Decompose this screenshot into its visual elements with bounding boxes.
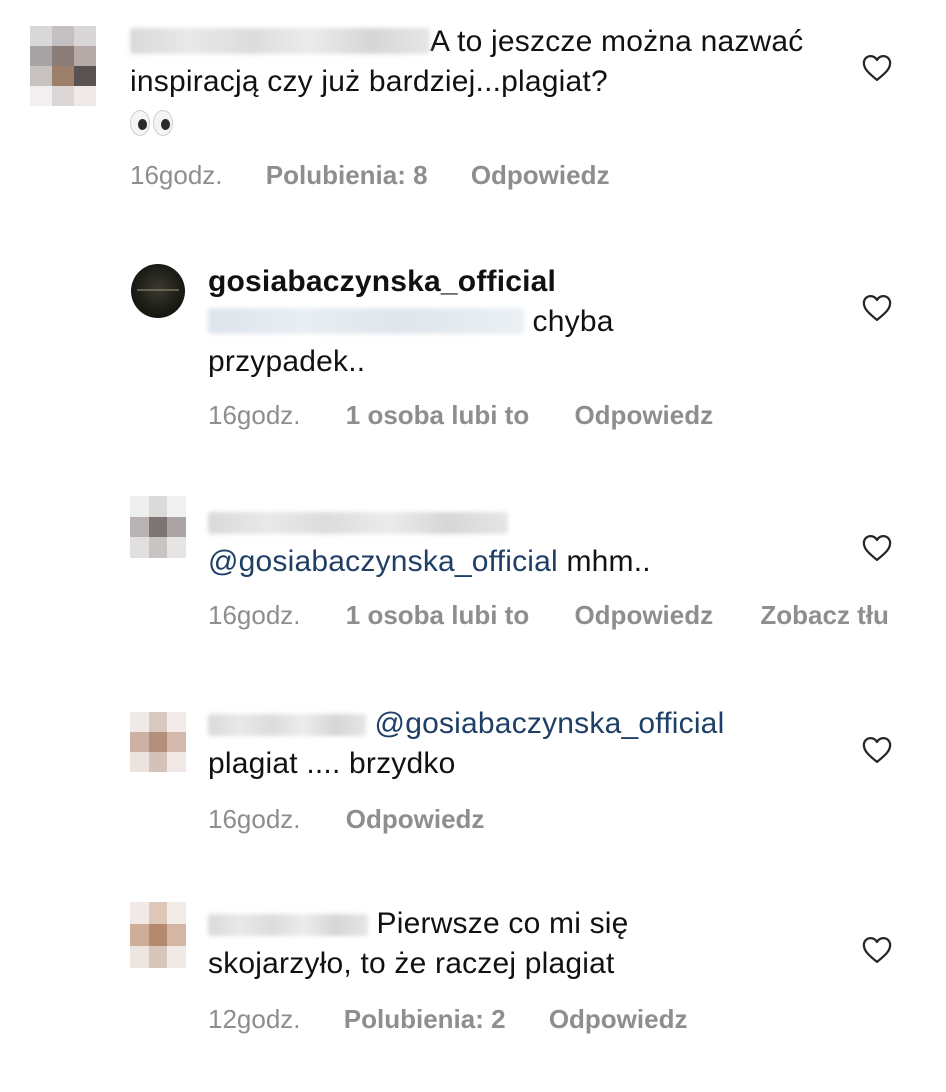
comment-meta: 16godz. 1 osoba lubi to Odpowiedz: [208, 400, 713, 431]
avatar[interactable]: [130, 902, 186, 968]
reply-comment: Pierwsze co mi się skojarzyło, to że rac…: [0, 890, 946, 1060]
blurred-username[interactable]: [208, 914, 368, 936]
mention-link[interactable]: @gosiabaczynska_official: [375, 707, 725, 740]
comment-time: 16godz.: [208, 400, 301, 430]
heart-outline-icon[interactable]: [862, 936, 892, 964]
comment-time: 16godz.: [208, 600, 301, 630]
comment-text: gosiabaczynska_official chyba przypadek.…: [208, 262, 828, 382]
blurred-username[interactable]: [130, 28, 430, 54]
comment-text: Pierwsze co mi się skojarzyło, to że rac…: [208, 907, 629, 980]
comment-text: A to jeszcze można nazwać inspiracją czy…: [130, 22, 830, 144]
blurred-username[interactable]: [208, 714, 366, 736]
avatar[interactable]: [131, 264, 185, 318]
comment-username[interactable]: gosiabaczynska_official: [208, 262, 828, 302]
likes-count-link[interactable]: Polubienia: 2: [344, 1004, 506, 1034]
comment-text: @gosiabaczynska_official plagiat .... br…: [208, 707, 725, 780]
avatar[interactable]: [130, 496, 186, 558]
comment-meta: 16godz. Polubienia: 8 Odpowiedz: [130, 160, 609, 191]
likes-count-link[interactable]: 1 osoba lubi to: [346, 600, 529, 630]
avatar[interactable]: [30, 26, 96, 106]
heart-outline-icon[interactable]: [862, 736, 892, 764]
comment-time: 12godz.: [208, 1004, 301, 1034]
reply-button[interactable]: Odpowiedz: [346, 804, 485, 834]
likes-count-link[interactable]: Polubienia: 8: [266, 160, 428, 190]
avatar[interactable]: [130, 712, 186, 772]
reply-comment: @gosiabaczynska_official mhm.. 16godz. 1…: [0, 490, 946, 640]
comment-time: 16godz.: [130, 160, 223, 190]
blurred-username[interactable]: [208, 512, 508, 534]
blurred-mention[interactable]: [208, 308, 524, 334]
reply-comment: gosiabaczynska_official chyba przypadek.…: [0, 240, 946, 440]
eyes-emoji: [130, 104, 830, 144]
comment-meta: 16godz. Odpowiedz: [208, 804, 484, 835]
comment: A to jeszcze można nazwać inspiracją czy…: [0, 0, 946, 200]
reply-button[interactable]: Odpowiedz: [574, 600, 713, 630]
heart-outline-icon[interactable]: [862, 294, 892, 322]
reply-comment: @gosiabaczynska_official plagiat .... br…: [0, 690, 946, 850]
reply-button[interactable]: Odpowiedz: [574, 400, 713, 430]
view-thread-link[interactable]: Zobacz tłu: [760, 600, 889, 630]
heart-outline-icon[interactable]: [862, 534, 892, 562]
comment-text: @gosiabaczynska_official mhm..: [208, 502, 828, 582]
reply-button[interactable]: Odpowiedz: [471, 160, 610, 190]
heart-outline-icon[interactable]: [862, 54, 892, 82]
comment-time: 16godz.: [208, 804, 301, 834]
comment-meta: 16godz. 1 osoba lubi to Odpowiedz Zobacz…: [208, 600, 889, 631]
reply-button[interactable]: Odpowiedz: [549, 1004, 688, 1034]
mention-link[interactable]: @gosiabaczynska_official: [208, 545, 558, 578]
likes-count-link[interactable]: 1 osoba lubi to: [346, 400, 529, 430]
comment-meta: 12godz. Polubienia: 2 Odpowiedz: [208, 1004, 687, 1035]
